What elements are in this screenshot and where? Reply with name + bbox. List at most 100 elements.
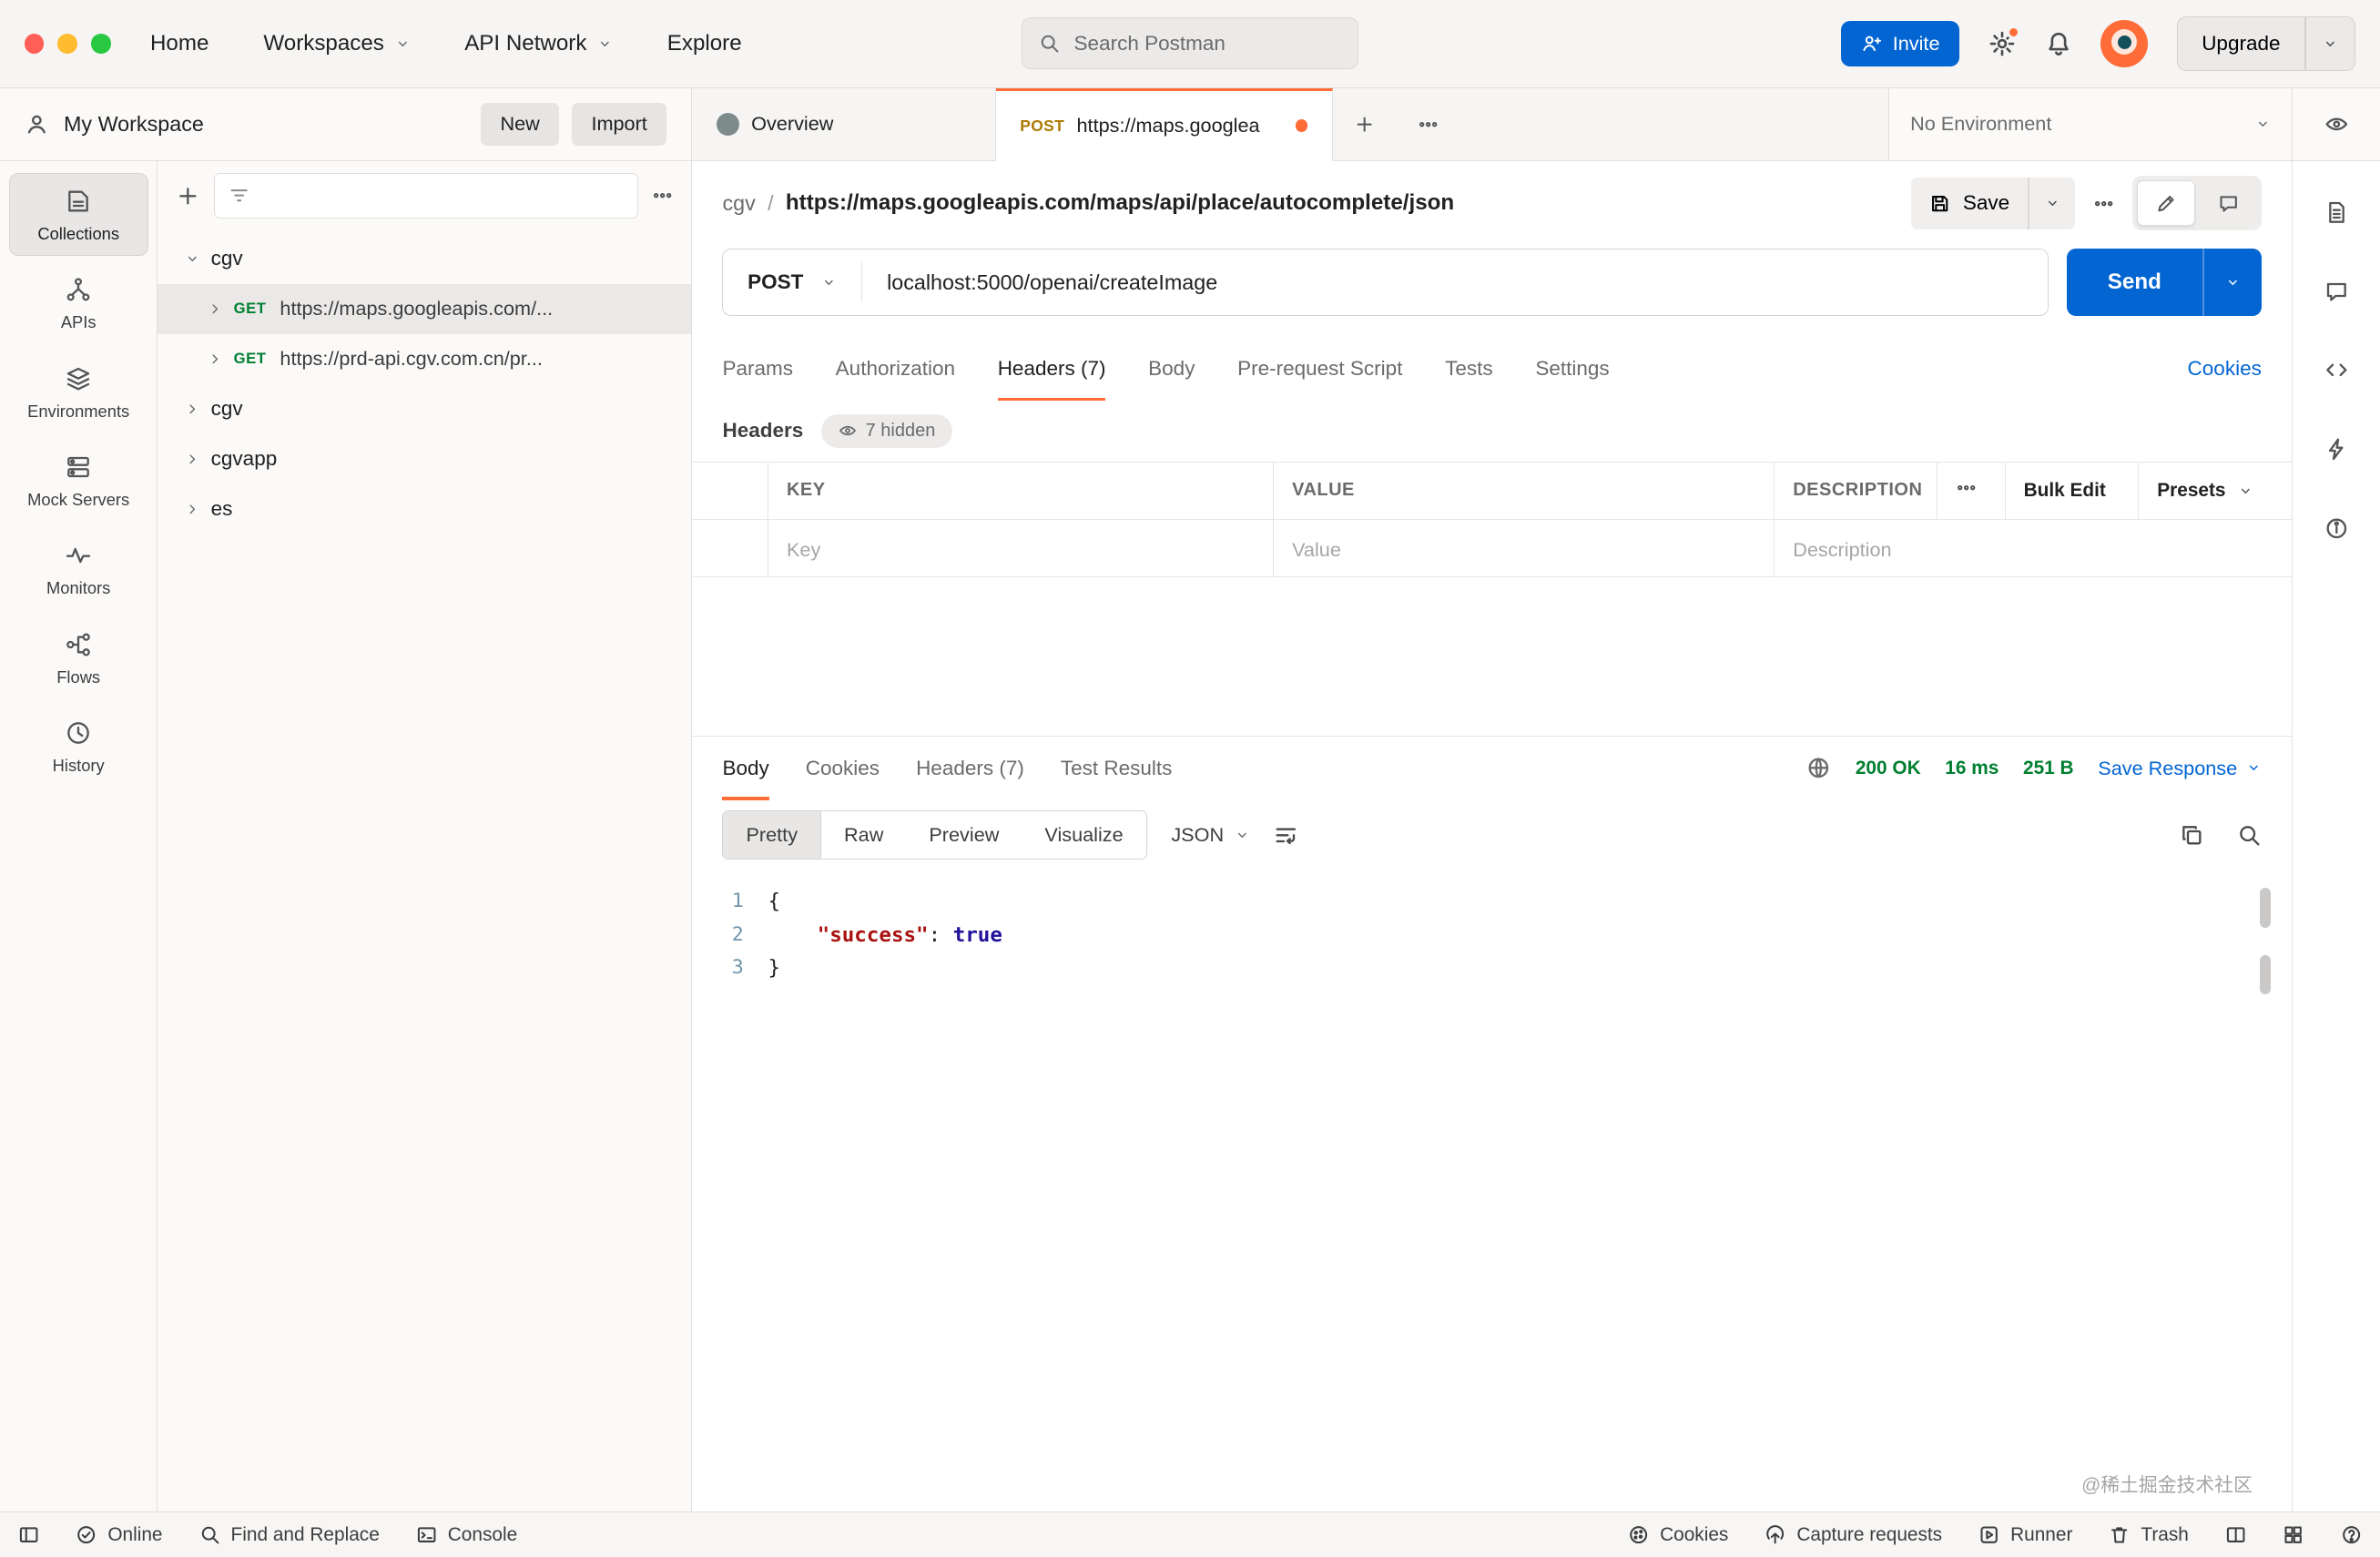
tab-authorization[interactable]: Authorization <box>836 337 955 401</box>
invite-button[interactable]: Invite <box>1841 21 1959 66</box>
response-body-viewer[interactable]: 1 { 2 "success": true 3 } <box>692 870 2292 1511</box>
environment-selector[interactable]: No Environment <box>1888 88 2292 160</box>
trash-button[interactable]: Trash <box>2109 1524 2188 1546</box>
toggle-sidebar-button[interactable] <box>18 1524 39 1545</box>
nav-api-network[interactable]: API Network <box>464 31 613 56</box>
response-tab-headers[interactable]: Headers (7) <box>916 737 1024 800</box>
view-visualize[interactable]: Visualize <box>1022 811 1145 858</box>
cookies-link[interactable]: Cookies <box>2188 337 2262 401</box>
documentation-button[interactable] <box>2324 200 2349 225</box>
user-avatar[interactable] <box>2100 20 2148 67</box>
runner-button[interactable]: Runner <box>1978 1524 2072 1546</box>
breadcrumb-collection[interactable]: cgv <box>722 191 755 216</box>
sidebar-item-environments[interactable]: Environments <box>9 351 148 433</box>
view-pretty[interactable]: Pretty <box>723 811 821 858</box>
tab-tests[interactable]: Tests <box>1445 337 1493 401</box>
scrollbar-thumb[interactable] <box>2260 888 2271 927</box>
sidebar-filter-input[interactable] <box>260 184 624 208</box>
tab-pre-request-script[interactable]: Pre-request Script <box>1237 337 1402 401</box>
search-response-button[interactable] <box>2237 823 2262 848</box>
sidebar-item-collections[interactable]: Collections <box>9 173 148 256</box>
find-and-replace-button[interactable]: Find and Replace <box>199 1524 380 1546</box>
help-button[interactable] <box>2341 1524 2362 1545</box>
tree-folder-cgvapp[interactable]: cgvapp <box>158 434 691 484</box>
nav-workspaces[interactable]: Workspaces <box>263 31 410 56</box>
save-button[interactable]: Save <box>1911 178 2028 229</box>
tab-settings[interactable]: Settings <box>1535 337 1609 401</box>
two-pane-view-button[interactable] <box>2225 1524 2246 1545</box>
minimize-window-button[interactable] <box>57 34 77 54</box>
presets-button[interactable]: Presets <box>2139 462 2292 519</box>
tab-body[interactable]: Body <box>1148 337 1195 401</box>
documentation-pane-toggle[interactable] <box>2137 180 2194 226</box>
sidebar-item-mock-servers[interactable]: Mock Servers <box>9 439 148 522</box>
tree-request-prd-api[interactable]: GET https://prd-api.cgv.com.cn/pr... <box>158 334 691 384</box>
import-button[interactable]: Import <box>572 103 667 146</box>
new-collection-button[interactable] <box>176 184 200 209</box>
view-preview[interactable]: Preview <box>906 811 1022 858</box>
environment-quick-look[interactable] <box>2292 88 2380 160</box>
comments-button[interactable] <box>2324 280 2349 304</box>
bulk-edit-button[interactable]: Bulk Edit <box>2005 462 2139 519</box>
url-input[interactable] <box>862 249 2047 314</box>
response-tab-cookies[interactable]: Cookies <box>806 737 880 800</box>
connection-status[interactable]: Online <box>76 1524 162 1546</box>
send-options-button[interactable] <box>2204 249 2262 315</box>
column-options-button[interactable] <box>1937 462 2005 519</box>
globe-icon[interactable] <box>1806 756 1831 780</box>
method-selector[interactable]: POST <box>723 249 860 314</box>
board-view-button[interactable] <box>2283 1524 2304 1545</box>
sidebar-item-apis[interactable]: APIs <box>9 261 148 344</box>
tab-options-button[interactable] <box>1397 88 1460 160</box>
zoom-window-button[interactable] <box>91 34 111 54</box>
capture-requests-button[interactable]: Capture requests <box>1765 1524 1942 1546</box>
nav-home[interactable]: Home <box>150 31 209 56</box>
key-input[interactable] <box>787 538 1255 562</box>
settings-button[interactable] <box>1988 30 2016 57</box>
status-badge[interactable]: 200 OK <box>1856 758 1921 779</box>
new-tab-button[interactable] <box>1333 88 1397 160</box>
tab-headers[interactable]: Headers (7) <box>998 337 1106 401</box>
chevron-right-icon[interactable] <box>185 452 200 467</box>
tree-folder-es[interactable]: es <box>158 484 691 534</box>
upgrade-button[interactable]: Upgrade <box>2178 17 2305 70</box>
sidebar-item-monitors[interactable]: Monitors <box>9 527 148 610</box>
search-input[interactable] <box>1074 32 1341 56</box>
send-button[interactable]: Send <box>2067 249 2202 315</box>
save-response-button[interactable]: Save Response <box>2098 757 2262 780</box>
info-button[interactable] <box>2324 516 2349 541</box>
sidebar-options-button[interactable] <box>652 185 673 206</box>
description-input[interactable] <box>1793 538 2273 562</box>
close-window-button[interactable] <box>25 34 45 54</box>
chevron-down-icon[interactable] <box>185 251 200 267</box>
console-button[interactable]: Console <box>416 1524 517 1546</box>
workspace-title[interactable]: My Workspace <box>64 112 204 137</box>
response-tab-body[interactable]: Body <box>722 737 768 800</box>
tab-overview[interactable]: Overview <box>692 88 995 160</box>
save-options-button[interactable] <box>2029 178 2075 229</box>
response-time[interactable]: 16 ms <box>1945 758 1999 779</box>
sidebar-filter[interactable] <box>214 173 638 219</box>
cookies-manager-button[interactable]: Cookies <box>1628 1524 1728 1546</box>
copy-response-button[interactable] <box>2180 823 2204 848</box>
tree-folder-cgv[interactable]: cgv <box>158 234 691 284</box>
code-snippet-button[interactable] <box>2324 358 2349 382</box>
tree-folder-cgv-2[interactable]: cgv <box>158 384 691 434</box>
response-size[interactable]: 251 B <box>2023 758 2074 779</box>
chevron-right-icon[interactable] <box>185 402 200 417</box>
sidebar-item-history[interactable]: History <box>9 705 148 788</box>
sidebar-item-flows[interactable]: Flows <box>9 616 148 699</box>
value-input[interactable] <box>1292 538 1755 562</box>
chevron-right-icon[interactable] <box>208 351 223 367</box>
response-tab-test-results[interactable]: Test Results <box>1061 737 1173 800</box>
chevron-right-icon[interactable] <box>208 301 223 317</box>
language-selector[interactable]: JSON <box>1171 823 1249 847</box>
global-search[interactable] <box>1022 17 1358 69</box>
upgrade-menu-button[interactable] <box>2306 17 2355 70</box>
hidden-headers-toggle[interactable]: 7 hidden <box>821 414 951 447</box>
breadcrumb-request-name[interactable]: https://maps.googleapis.com/maps/api/pla… <box>786 190 1454 216</box>
nav-explore[interactable]: Explore <box>667 31 742 56</box>
tree-request-maps-googleapis[interactable]: GET https://maps.googleapis.com/... <box>158 284 691 334</box>
tab-params[interactable]: Params <box>722 337 793 401</box>
new-button[interactable]: New <box>481 103 560 146</box>
